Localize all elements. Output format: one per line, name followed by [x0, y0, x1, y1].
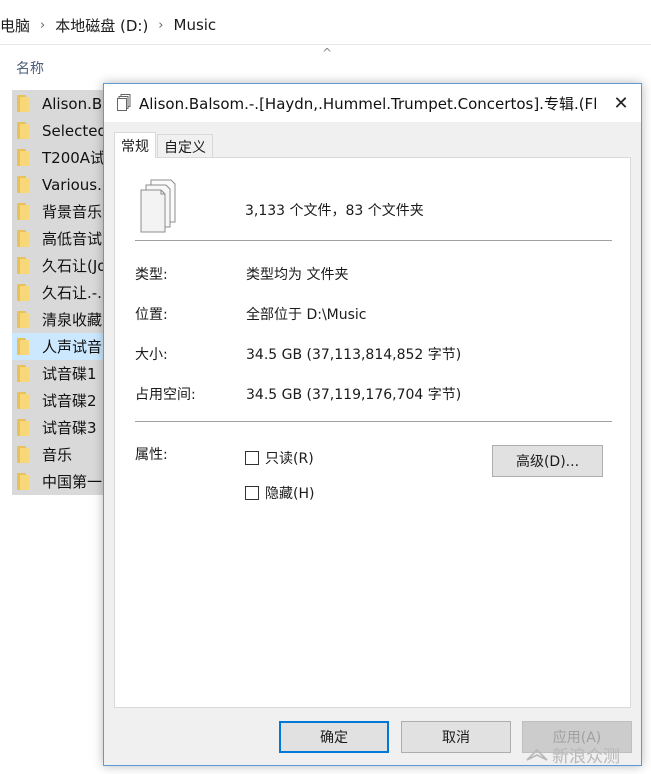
type-label: 类型: — [135, 267, 168, 283]
advanced-button[interactable]: 高级(D)... — [492, 445, 603, 477]
folder-icon — [17, 257, 31, 274]
list-item[interactable]: 音乐 — [12, 441, 105, 468]
chevron-right-icon[interactable]: › — [158, 18, 163, 33]
cancel-button[interactable]: 取消 — [401, 721, 511, 753]
list-item[interactable]: 久石让(Jo — [12, 252, 105, 279]
hidden-checkbox[interactable] — [245, 486, 259, 500]
list-item[interactable]: 高低音试 — [12, 225, 105, 252]
disk-size-value: 34.5 GB (37,119,176,704 字节) — [246, 387, 462, 403]
file-name: Alison.Ba — [42, 94, 105, 113]
list-item[interactable]: 久石让.-. — [12, 279, 105, 306]
file-name: 高低音试 — [42, 230, 103, 248]
file-name: 试音碟3 — [42, 419, 97, 437]
ok-button[interactable]: 确定 — [279, 721, 389, 753]
list-item[interactable]: 试音碟3 — [12, 414, 105, 441]
disk-size-label: 占用空间: — [135, 387, 196, 403]
type-value: 类型均为 文件夹 — [246, 267, 349, 283]
list-item[interactable]: Alison.Ba — [12, 90, 105, 117]
folder-icon — [17, 122, 31, 139]
file-name: 人声试音 — [42, 338, 103, 356]
attributes-label: 属性: — [135, 447, 168, 463]
general-panel: 3,133 个文件，83 个文件夹 类型: 类型均为 文件夹 位置: 全部位于 … — [114, 157, 631, 708]
watermark-text: 新浪众测 — [552, 747, 620, 767]
location-value: 全部位于 D:\Music — [246, 307, 367, 323]
list-item[interactable]: 试音碟1 — [12, 360, 105, 387]
breadcrumb: 电脑 › 本地磁盘 (D:) › Music — [0, 10, 216, 40]
file-name: 试音碟2 — [42, 392, 97, 410]
folder-icon — [17, 230, 31, 247]
folder-icon — [17, 338, 31, 355]
file-name: 背景音乐 — [42, 203, 103, 221]
folder-icon — [17, 365, 31, 382]
folder-icon — [17, 203, 31, 220]
hidden-checkbox-row[interactable]: 隐藏(H) — [245, 483, 314, 503]
hidden-label: 隐藏(H) — [265, 486, 315, 502]
folder-icon — [17, 284, 31, 301]
list-item[interactable]: Various.. — [12, 171, 105, 198]
folder-icon — [17, 473, 31, 490]
multiple-files-icon — [140, 179, 176, 233]
file-name: Selected — [42, 121, 105, 140]
list-item[interactable]: 中国第一 — [12, 468, 105, 495]
location-label: 位置: — [135, 307, 168, 323]
sort-ascending-icon: ^ — [322, 46, 333, 60]
list-item[interactable]: 清泉收藏 — [12, 306, 105, 333]
folder-icon — [17, 95, 31, 112]
dialog-titlebar[interactable]: Alison.Balsom.-.[Haydn,.Hummel.Trumpet.C… — [104, 84, 641, 122]
readonly-checkbox-row[interactable]: 只读(R) — [245, 448, 314, 468]
readonly-label: 只读(R) — [265, 451, 314, 467]
file-name: 试音碟1 — [42, 365, 97, 383]
properties-dialog: Alison.Balsom.-.[Haydn,.Hummel.Trumpet.C… — [103, 83, 642, 766]
breadcrumb-item-music[interactable]: Music — [174, 16, 217, 34]
folder-icon — [17, 176, 31, 193]
divider — [135, 421, 612, 422]
breadcrumb-item-computer[interactable]: 电脑 — [0, 15, 30, 36]
dialog-title: Alison.Balsom.-.[Haydn,.Hummel.Trumpet.C… — [139, 95, 599, 113]
column-header-name[interactable]: 名称 — [16, 58, 44, 78]
multiple-files-icon — [117, 94, 131, 111]
tab-bar: 常规 自定义 — [114, 132, 214, 158]
list-item[interactable]: T200A试 — [12, 144, 105, 171]
close-button[interactable]: ✕ — [601, 84, 641, 122]
close-icon: ✕ — [613, 92, 629, 114]
tab-general[interactable]: 常规 — [114, 132, 156, 158]
file-count-summary: 3,133 个文件，83 个文件夹 — [245, 203, 424, 219]
folder-icon — [17, 149, 31, 166]
watermark: 新浪众测 — [526, 742, 620, 767]
file-name: 清泉收藏 — [42, 311, 103, 329]
file-name: 音乐 — [42, 446, 73, 464]
file-name: 久石让(Jo — [42, 257, 105, 275]
readonly-checkbox[interactable] — [245, 451, 259, 465]
file-list: Alison.Ba Selected T200A试 Various.. 背景音乐高低音试… — [12, 90, 105, 495]
size-label: 大小: — [135, 347, 168, 363]
list-item[interactable]: Selected — [12, 117, 105, 144]
folder-icon — [17, 419, 31, 436]
file-name: T200A试 — [42, 149, 105, 167]
folder-icon — [17, 392, 31, 409]
list-item[interactable]: 试音碟2 — [12, 387, 105, 414]
file-name: 中国第一 — [42, 473, 103, 491]
folder-icon — [17, 311, 31, 328]
chevron-right-icon[interactable]: › — [40, 18, 45, 33]
size-value: 34.5 GB (37,113,814,852 字节) — [246, 347, 462, 363]
breadcrumb-divider — [0, 44, 651, 45]
list-item[interactable]: 背景音乐 — [12, 198, 105, 225]
divider — [135, 240, 612, 241]
breadcrumb-item-drive[interactable]: 本地磁盘 (D:) — [55, 15, 148, 36]
folder-icon — [17, 446, 31, 463]
list-item[interactable]: 人声试音 — [12, 333, 105, 360]
tab-customize[interactable]: 自定义 — [157, 134, 213, 158]
file-name: Various.. — [42, 175, 105, 194]
file-name: 久石让.-. — [42, 284, 102, 302]
watermark-logo-icon — [526, 748, 548, 761]
